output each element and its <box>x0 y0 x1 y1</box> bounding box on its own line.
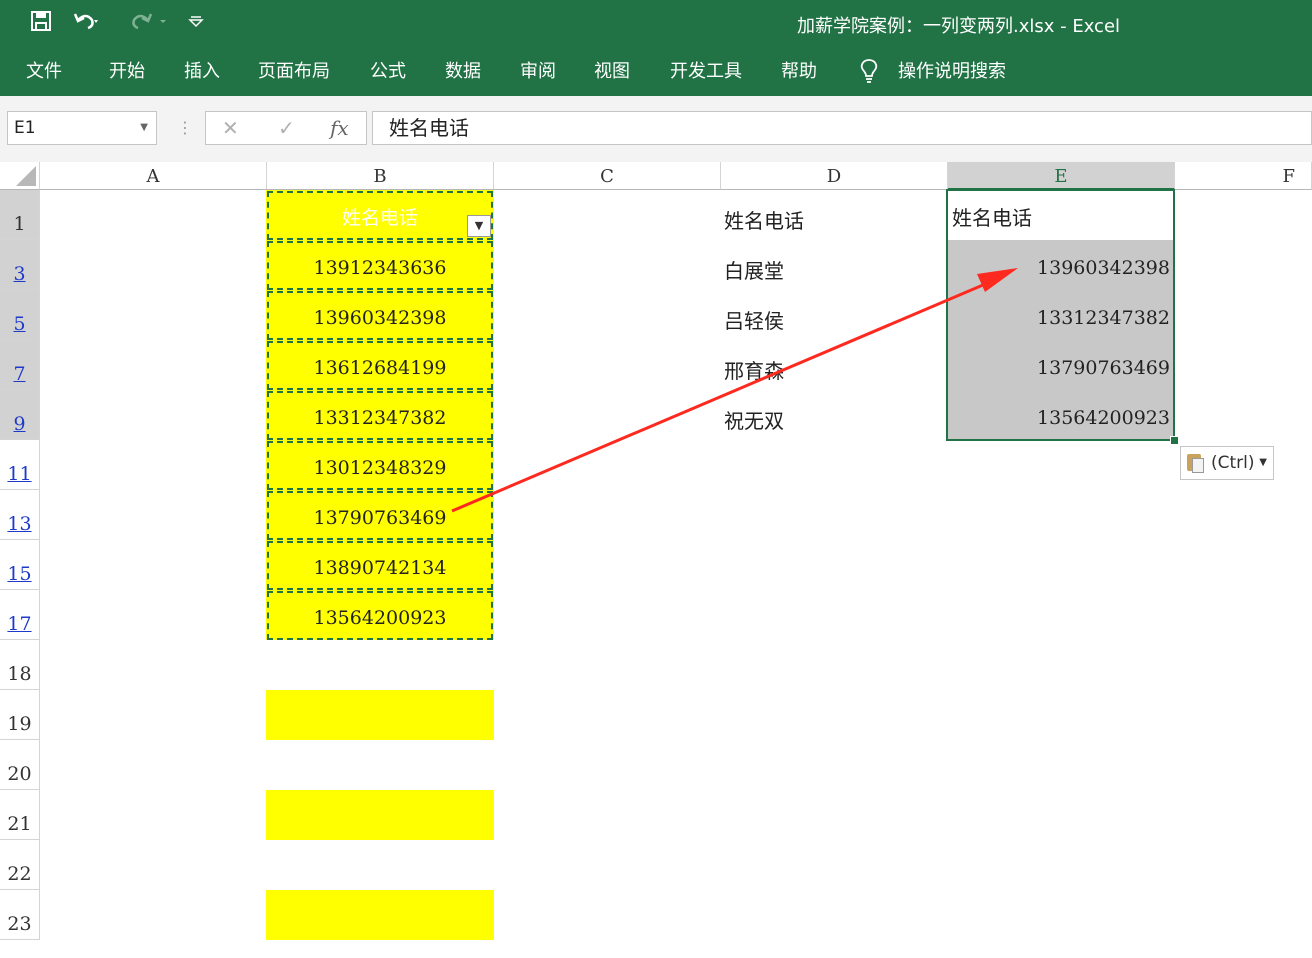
paste-options-label: (Ctrl) <box>1211 453 1255 473</box>
clipboard-icon <box>1187 454 1204 473</box>
chevron-down-icon: ▼ <box>1259 457 1267 468</box>
paste-options-button[interactable]: (Ctrl) ▼ <box>1180 446 1274 480</box>
annotation-arrow <box>451 268 1018 513</box>
